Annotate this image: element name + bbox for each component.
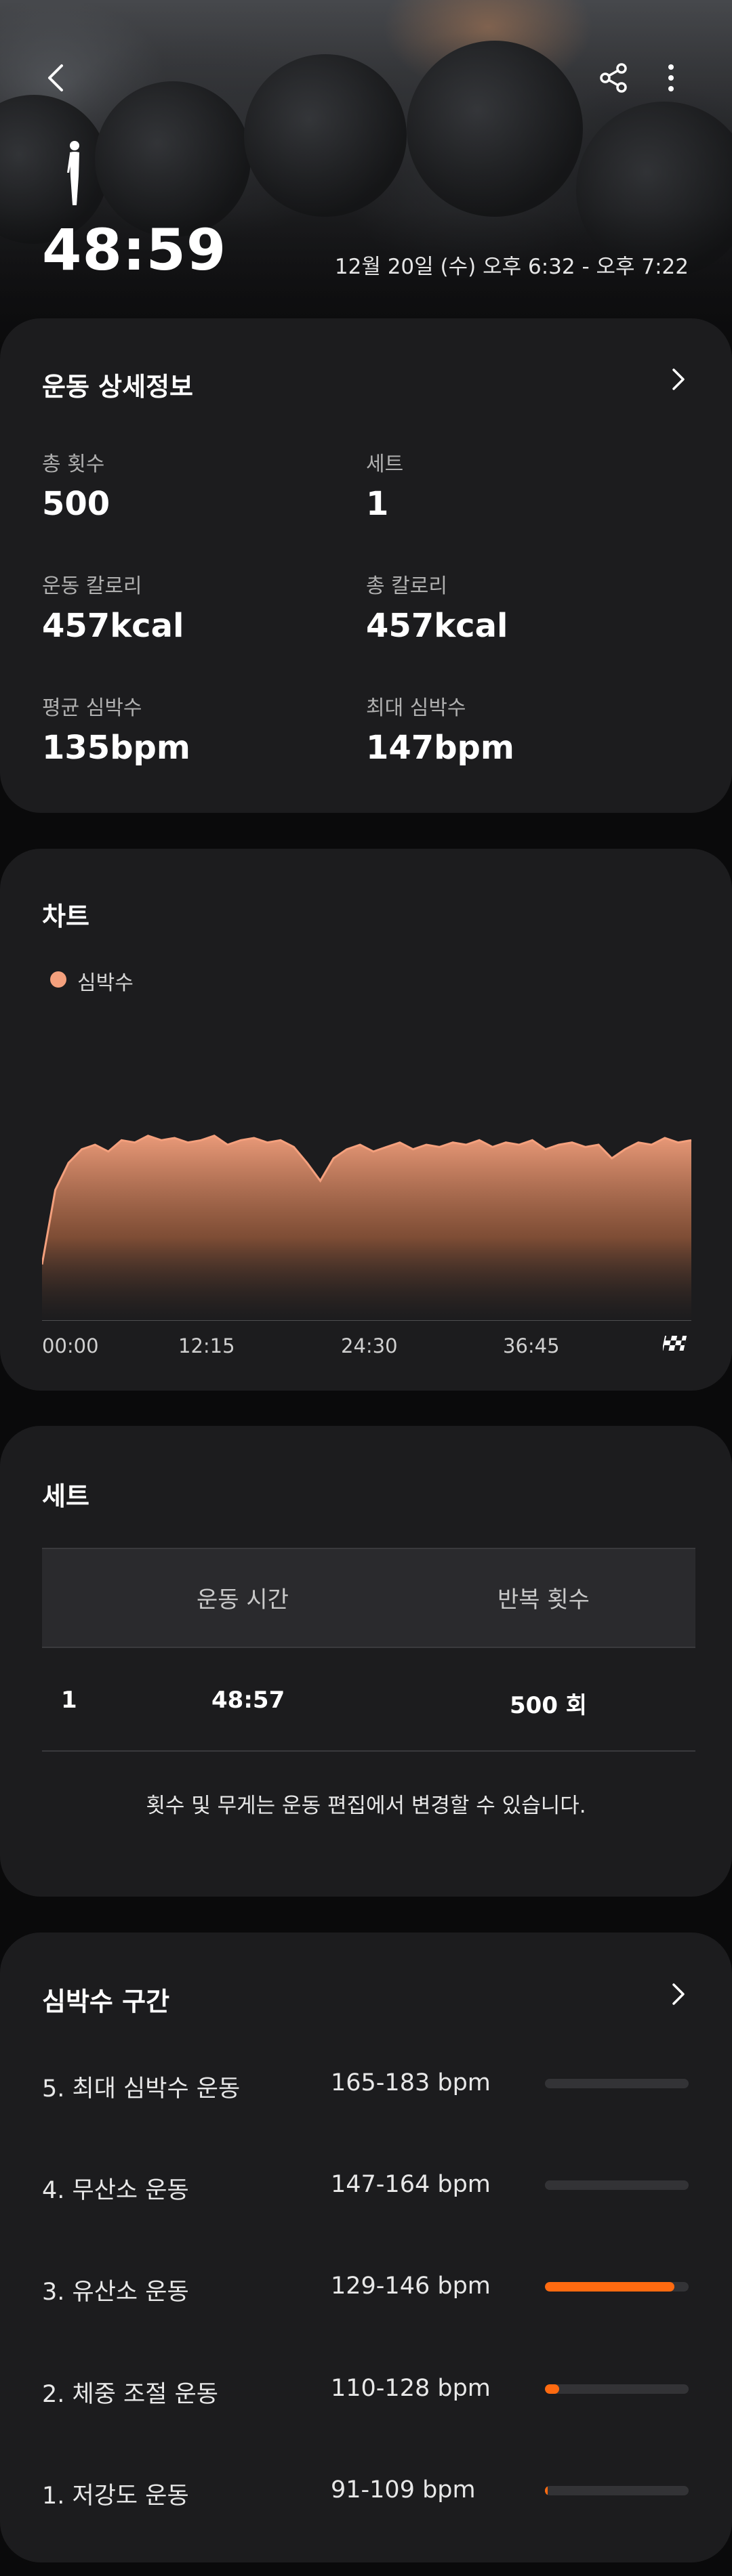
stat-value: 500 [42,485,110,523]
stat-label: 최대 심박수 [366,696,466,720]
zone-label: 5. 최대 심박수 운동 [42,2075,241,2103]
chevron-right-icon [672,1983,685,2005]
details-chevron-button[interactable] [666,367,690,392]
stat-avg-heart-rate: 평균 심박수 135bpm [42,691,190,767]
divider [42,1548,695,1549]
sets-table-header [42,1548,695,1647]
back-arrow-icon [48,64,63,91]
zones-title: 심박수 구간 [42,1987,170,2017]
zone-range: 147-164 bpm [331,2171,491,2198]
zone-range: 129-146 bpm [331,2273,491,2300]
details-title: 운동 상세정보 [42,372,193,402]
zone-fill [545,2384,560,2394]
divider [42,1750,695,1752]
zones-card [0,1933,732,2562]
zone-label: 4. 무산소 운동 [42,2177,189,2204]
zone-bar [545,2180,689,2190]
zone-bar [545,2384,689,2394]
x-tick-label: 36:45 [503,1334,560,1357]
header-reps: 반복 횟수 [497,1586,590,1613]
x-tick-label: 00:00 [42,1334,99,1357]
zone-range: 165-183 bpm [331,2069,491,2096]
chart-title: 차트 [42,902,89,931]
heart-rate-area [42,1135,691,1321]
header-workout-time: 운동 시간 [197,1586,289,1613]
back-button[interactable] [33,54,80,102]
zone-range: 110-128 bpm [331,2375,491,2402]
zone-bar [545,2282,689,2292]
stat-value: 147bpm [366,729,514,767]
legend-label: 심박수 [77,971,134,995]
zones-chevron-button[interactable] [666,1982,690,2006]
zone-label: 3. 유산소 운동 [42,2279,189,2306]
stat-label: 총 횟수 [42,452,105,476]
stat-value: 457kcal [366,607,508,645]
finish-flag-icon [662,1333,690,1360]
set-index: 1 [61,1687,77,1714]
stat-label: 총 칼로리 [366,574,447,598]
more-vert-icon [668,64,674,91]
sets-note: 횟수 및 무게는 운동 편집에서 변경할 수 있습니다. [146,1794,586,1818]
share-icon [600,63,627,93]
stat-total-calories: 총 칼로리 457kcal [366,569,508,645]
share-button[interactable] [590,54,637,102]
heart-rate-chart [42,1135,692,1321]
zone-fill [545,2282,674,2292]
stat-value: 1 [366,485,389,523]
sets-card [0,1426,732,1897]
x-tick-label: 24:30 [341,1334,398,1357]
workout-datetime: 12월 20일 (수) 오후 6:32 - 오후 7:22 [334,255,689,279]
zone-label: 2. 체중 조절 운동 [42,2381,218,2408]
stat-value: 135bpm [42,729,190,767]
zone-range: 91-109 bpm [331,2476,476,2504]
stat-value: 457kcal [42,607,184,645]
stat-total-reps: 총 횟수 500 [42,447,110,523]
stat-workout-calories: 운동 칼로리 457kcal [42,569,184,645]
zone-bar [545,2486,689,2495]
standing-figure-icon [58,139,92,209]
x-tick-label: 12:15 [178,1334,235,1357]
stat-max-heart-rate: 최대 심박수 147bpm [366,691,514,767]
stat-sets: 세트 1 [366,447,403,523]
stat-label: 운동 칼로리 [42,574,142,598]
stat-label: 세트 [366,452,404,476]
set-time: 48:57 [211,1687,285,1714]
workout-duration: 48:59 [42,217,227,283]
stat-label: 평균 심박수 [42,696,142,720]
sets-title: 세트 [42,1481,89,1511]
zone-label: 1. 저강도 운동 [42,2483,189,2510]
set-reps: 500 회 [510,1692,588,1719]
zone-bar [545,2079,689,2088]
chevron-right-icon [672,368,685,390]
divider [42,1647,695,1648]
more-button[interactable] [647,54,695,102]
hero-image [0,0,732,352]
legend-swatch [50,971,66,988]
